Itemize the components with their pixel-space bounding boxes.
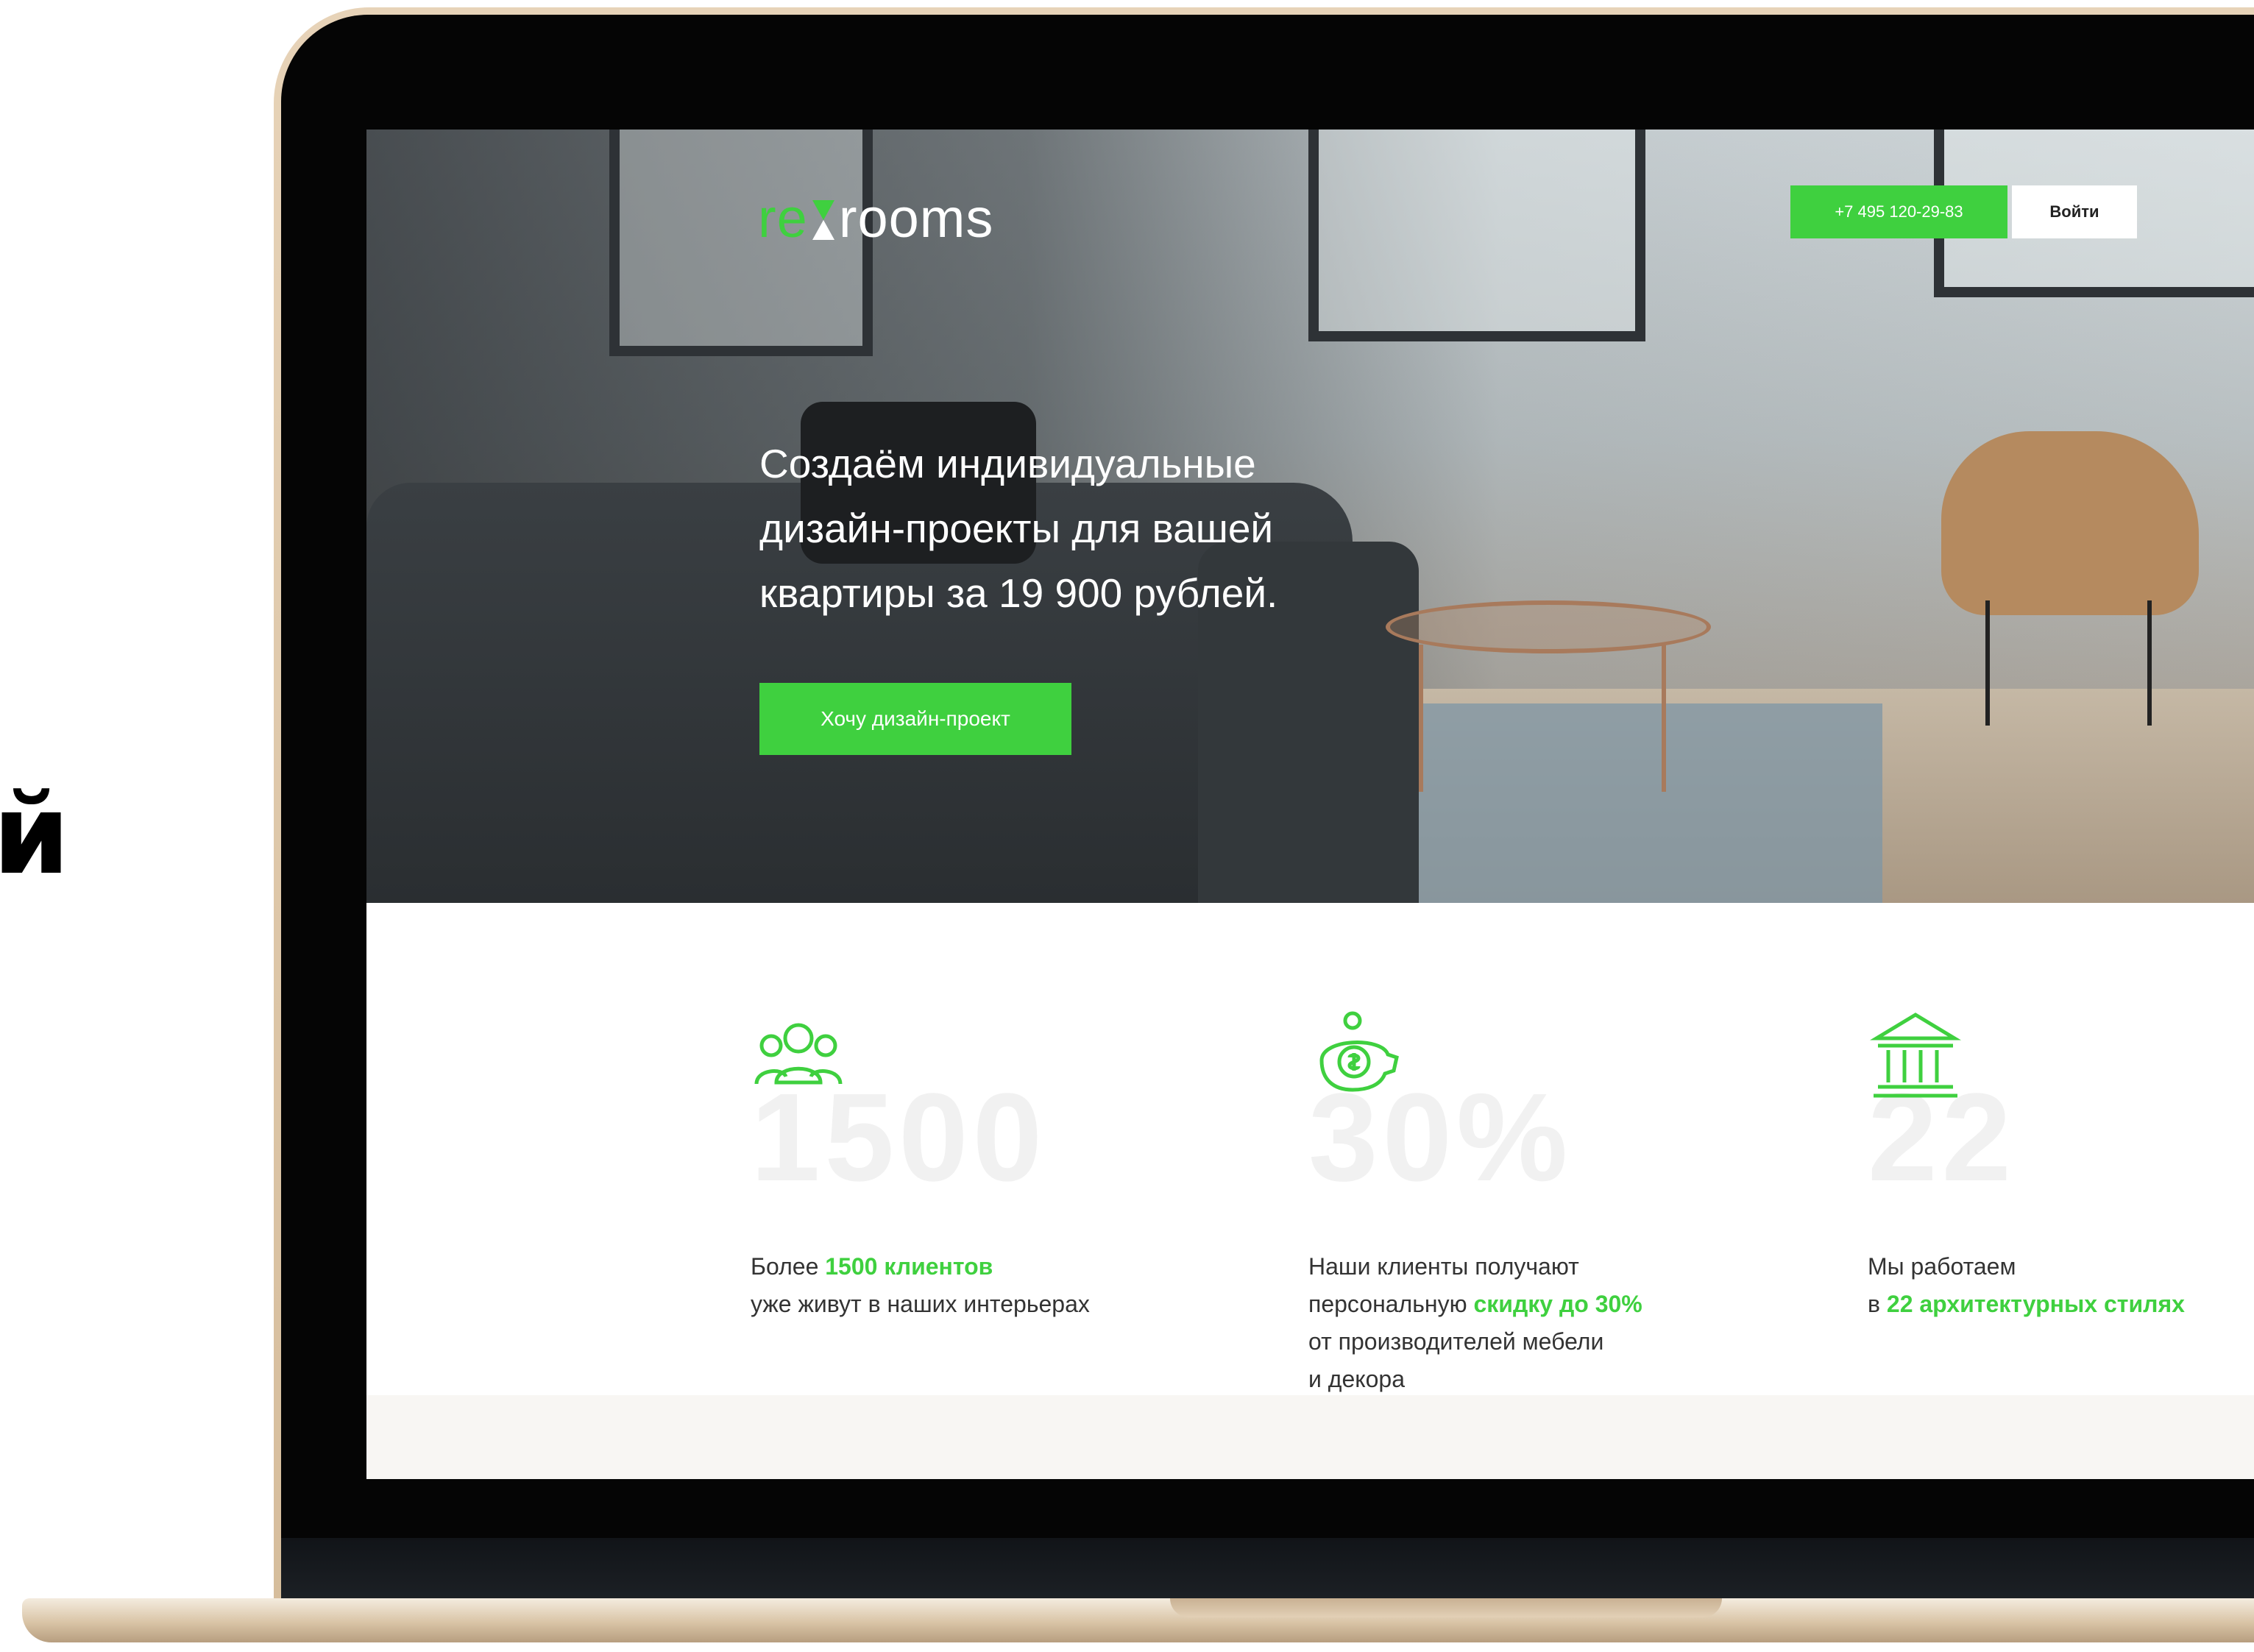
logo-suffix: rooms xyxy=(838,188,994,249)
piggy-bank-icon xyxy=(1319,1011,1399,1092)
feature-text: Более 1500 клиентов уже живут в наших ин… xyxy=(751,1248,1163,1323)
feature-line-text: уже живут в наших интерьерах xyxy=(751,1291,1090,1317)
laptop-chin xyxy=(281,1538,2254,1604)
feature-line: персональную скидку до 30% xyxy=(1308,1286,1720,1323)
site-logo[interactable]: re rooms xyxy=(758,187,993,249)
feature-text: Наши клиенты получают персональную скидк… xyxy=(1308,1248,1720,1398)
hero-chair-leg xyxy=(2147,600,2152,726)
laptop-base-notch xyxy=(1170,1598,1722,1617)
feature-line: Более 1500 клиентов xyxy=(751,1248,1163,1286)
hero-table-leg xyxy=(1419,645,1423,792)
feature-highlight: 1500 клиентов xyxy=(825,1253,993,1280)
feature-line-text: Наши клиенты получают xyxy=(1308,1253,1579,1280)
phone-button[interactable]: +7 495 120-29-83 xyxy=(1790,185,2007,238)
feature-line-text: персональную xyxy=(1308,1291,1474,1317)
feature-line: в 22 архитектурных стилях xyxy=(1868,1286,2254,1323)
hero-window-center xyxy=(1308,130,1645,341)
feature-line-text: в xyxy=(1868,1291,1887,1317)
hero-headline: Создаём индивидуальные дизайн-проекты дл… xyxy=(759,431,1422,625)
feature-text: Мы работаем в 22 архитектурных стилях xyxy=(1868,1248,2254,1323)
hero-headline-line: дизайн-проекты для вашей xyxy=(759,506,1274,551)
feature-line: Мы работаем xyxy=(1868,1248,2254,1286)
hero-chair xyxy=(1941,431,2199,615)
design-project-cta-button[interactable]: Хочу дизайн-проект xyxy=(759,683,1071,755)
feature-line-text: от производителей мебели xyxy=(1308,1328,1604,1355)
hero-chair-leg xyxy=(1985,600,1990,726)
laptop-screen: re rooms +7 495 120-29-83 Войти Создаём и… xyxy=(366,130,2254,1479)
feature-line: и декора xyxy=(1308,1361,1720,1398)
people-group-icon xyxy=(754,1023,843,1085)
feature-line: от производителей мебели xyxy=(1308,1323,1720,1361)
feature-line-text: и декора xyxy=(1308,1366,1405,1392)
hero-headline-line: Создаём индивидуальные xyxy=(759,441,1256,486)
hourglass-mark-icon xyxy=(812,200,834,240)
laptop-base xyxy=(22,1598,2254,1642)
feature-highlight: скидку до 30% xyxy=(1473,1291,1642,1317)
next-section-band xyxy=(366,1395,2254,1479)
classical-building-icon xyxy=(1870,1013,1961,1098)
login-button[interactable]: Войти xyxy=(2012,185,2137,238)
cropped-side-text: й xyxy=(0,771,71,899)
hero-table-leg xyxy=(1662,645,1666,792)
feature-highlight: 22 архитектурных стилях xyxy=(1886,1291,2185,1317)
feature-line-text: Более xyxy=(751,1253,826,1280)
hero-headline-line: квартиры за 19 900 рублей. xyxy=(759,570,1278,616)
feature-line-text: Мы работаем xyxy=(1868,1253,2016,1280)
feature-line: Наши клиенты получают xyxy=(1308,1248,1720,1286)
logo-prefix: re xyxy=(758,188,808,249)
feature-line: уже живут в наших интерьерах xyxy=(751,1286,1163,1323)
